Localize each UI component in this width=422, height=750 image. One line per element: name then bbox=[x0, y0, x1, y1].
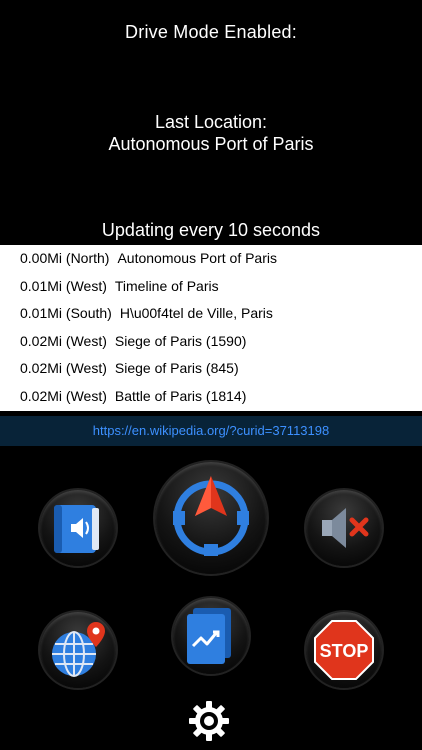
globe-pin-icon bbox=[52, 622, 105, 677]
distance-label: 0.00Mi (North) bbox=[20, 250, 110, 266]
distance-label: 0.02Mi (West) bbox=[20, 387, 107, 404]
stop-sign-icon: STOP bbox=[314, 620, 374, 680]
list-item[interactable]: 0.01Mi (South) H\u00f4tel de Ville, Paris bbox=[0, 300, 422, 328]
speaker-book-icon bbox=[54, 505, 99, 553]
wikipedia-link[interactable]: https://en.wikipedia.org/?curid=37113198 bbox=[93, 423, 329, 438]
gear-icon bbox=[189, 701, 229, 741]
compass-arrow-icon bbox=[173, 476, 249, 556]
last-location-label: Last Location: bbox=[154, 112, 268, 132]
mute-speaker-icon bbox=[322, 508, 369, 548]
place-name: H\u00f4tel de Ville, Paris bbox=[119, 305, 273, 321]
place-name: Siege of Paris (1590) bbox=[114, 332, 247, 349]
center-location-button[interactable] bbox=[155, 462, 267, 574]
update-interval-text: Updating every 10 seconds bbox=[101, 220, 321, 240]
report-button[interactable] bbox=[173, 598, 249, 674]
list-item[interactable]: 0.02Mi (West) Siege of Paris (845) bbox=[0, 355, 422, 383]
wikipedia-link-bar: https://en.wikipedia.org/?curid=37113198 bbox=[0, 416, 422, 446]
last-location-value: Autonomous Port of Paris bbox=[108, 134, 314, 154]
place-name: Timeline of Paris bbox=[114, 277, 219, 294]
distance-label: 0.02Mi (West) bbox=[20, 360, 107, 376]
speak-button[interactable] bbox=[40, 490, 116, 566]
list-item[interactable]: 0.02Mi (West) Siege of Paris (1590) bbox=[0, 328, 422, 356]
list-item[interactable]: 0.00Mi (North) Autonomous Port of Paris bbox=[0, 245, 422, 273]
place-name: Battle of Paris (1814) bbox=[114, 387, 247, 404]
document-chart-icon bbox=[187, 608, 231, 664]
stop-button[interactable]: STOP bbox=[306, 612, 382, 688]
distance-label: 0.01Mi (West) bbox=[20, 277, 107, 294]
place-name: Autonomous Port of Paris bbox=[117, 250, 277, 266]
list-item[interactable]: 0.02Mi (West) Battle of Paris (1814) bbox=[0, 383, 422, 411]
drive-mode-title: Drive Mode Enabled: bbox=[125, 22, 297, 42]
distance-label: 0.01Mi (South) bbox=[20, 305, 112, 321]
stop-label: STOP bbox=[320, 641, 369, 661]
map-button[interactable] bbox=[40, 612, 116, 688]
nearby-places-list: 0.00Mi (North) Autonomous Port of Paris 0… bbox=[0, 245, 422, 411]
status-header: Drive Mode Enabled: Last Location: Auton… bbox=[0, 0, 422, 245]
list-item[interactable]: 0.01Mi (West) Timeline of Paris bbox=[0, 273, 422, 301]
mute-button[interactable] bbox=[306, 490, 382, 566]
settings-button[interactable] bbox=[186, 698, 232, 744]
distance-label: 0.02Mi (West) bbox=[20, 332, 107, 349]
place-name: Siege of Paris (845) bbox=[114, 360, 239, 376]
